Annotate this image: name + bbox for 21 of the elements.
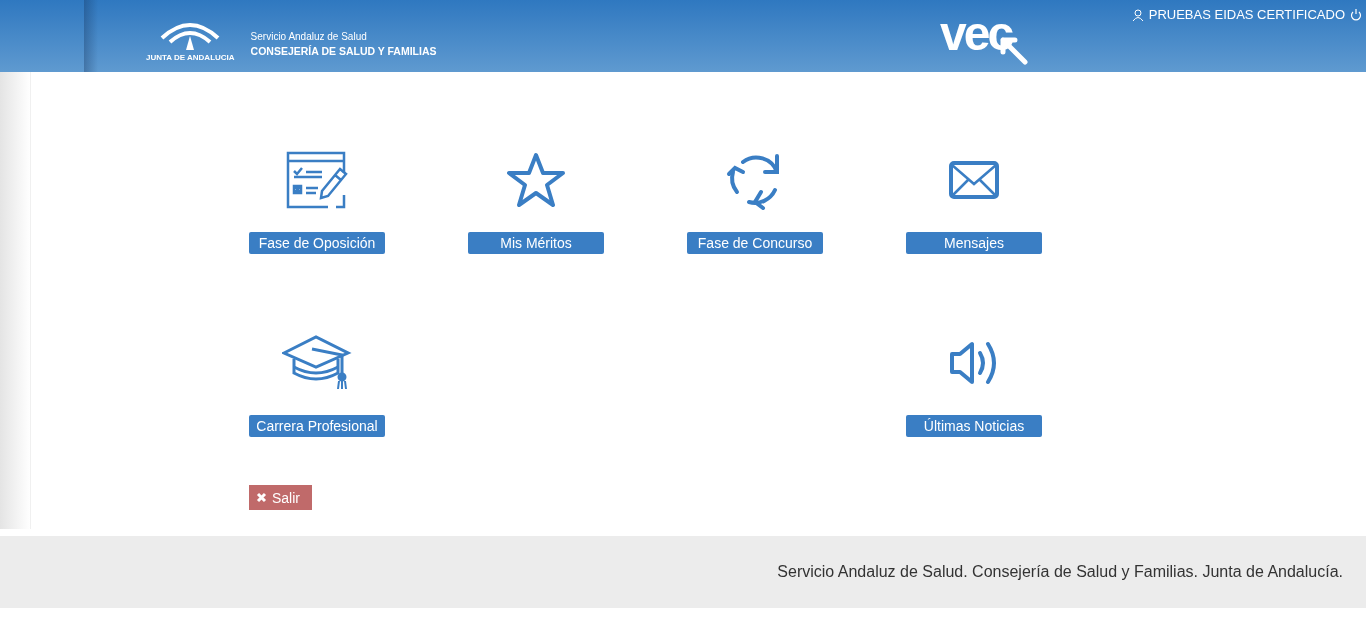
user-icon	[1131, 8, 1144, 21]
exit-button[interactable]: Salir	[249, 485, 312, 510]
emblem-caption: JUNTA DE ANDALUCIA	[146, 53, 235, 62]
power-icon[interactable]	[1350, 8, 1362, 21]
close-icon	[256, 492, 267, 503]
menu-button[interactable]: Últimas Noticias	[906, 415, 1042, 437]
checklist-icon[interactable]	[286, 151, 348, 209]
header-shadow	[84, 0, 98, 72]
department-name: CONSEJERÍA DE SALUD Y FAMILIAS	[250, 45, 437, 57]
envelope-icon[interactable]	[948, 160, 1000, 200]
menu-button[interactable]: Fase de Concurso	[687, 232, 823, 254]
user-name: PRUEBAS EIDAS CERTIFICADO	[1148, 7, 1345, 22]
menu-button[interactable]: Mensajes	[906, 232, 1042, 254]
star-icon[interactable]	[506, 152, 566, 208]
footer-text: Servicio Andaluz de Salud. Consejería de Salud y Familias. Junta de Andalucía.	[777, 563, 1343, 581]
menu-button[interactable]: Carrera Profesional	[249, 415, 385, 437]
organization-name: Servicio Andaluz de Salud	[250, 31, 368, 42]
menu-button[interactable]: Mis Méritos	[468, 232, 604, 254]
menu-button[interactable]: Fase de Oposición	[249, 232, 385, 254]
app-logo: vec	[940, 14, 1012, 54]
graduation-cap-icon[interactable]	[282, 335, 352, 391]
